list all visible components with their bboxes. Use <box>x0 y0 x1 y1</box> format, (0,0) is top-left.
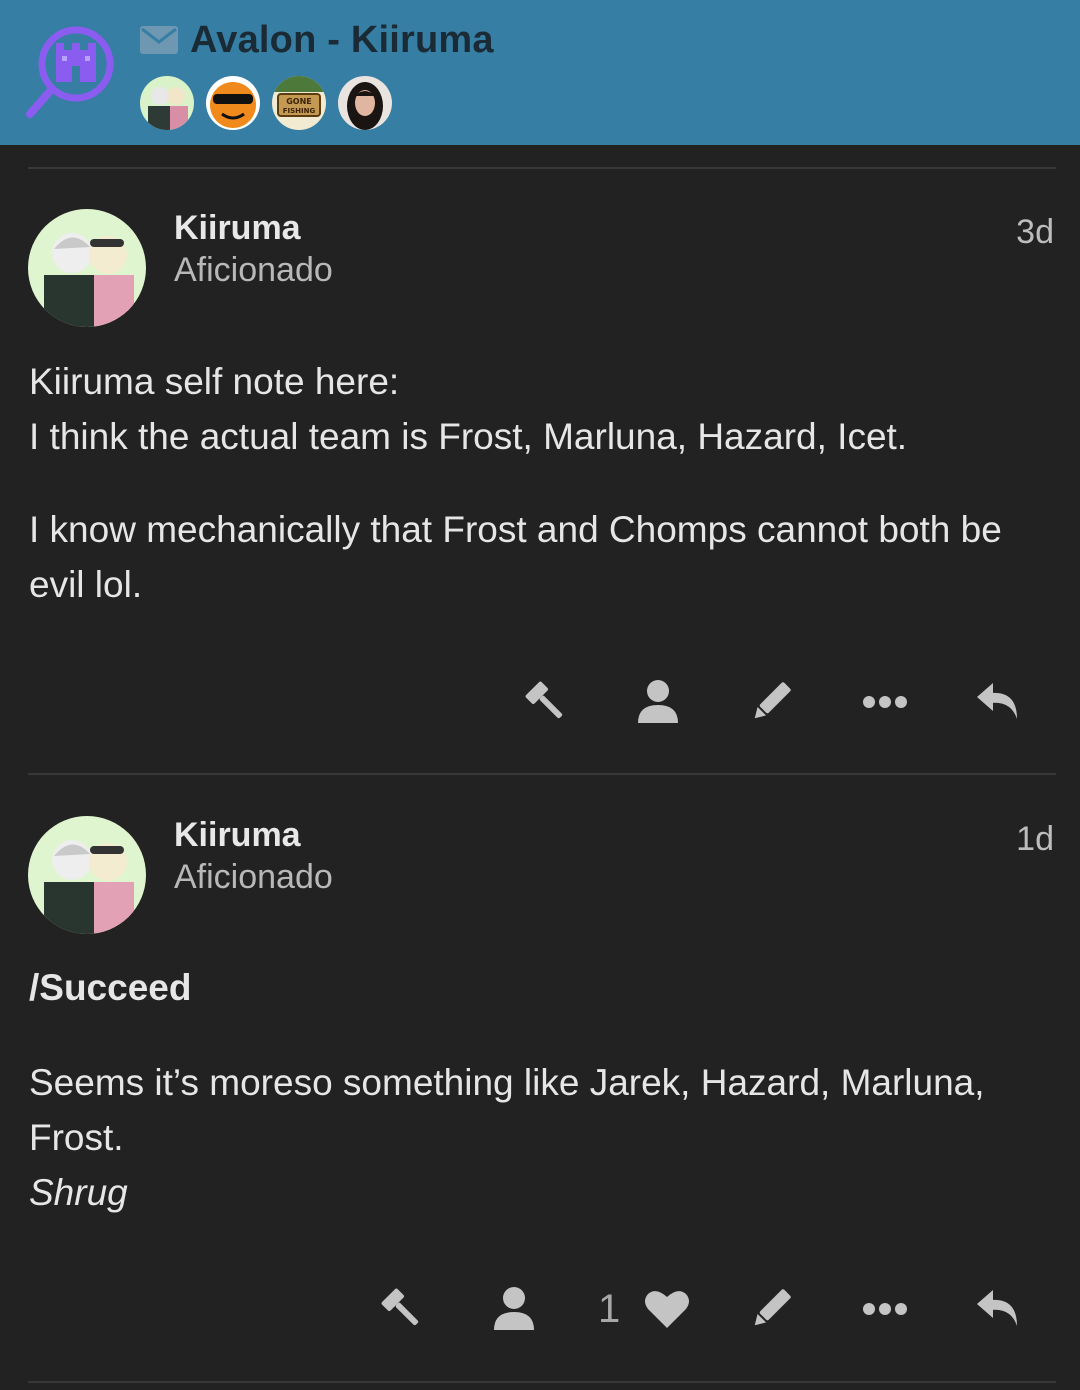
envelope-icon <box>140 26 178 54</box>
post-age[interactable]: 3d <box>1016 213 1054 252</box>
title-row: Avalon - Kiiruma <box>140 18 494 62</box>
post-divider <box>28 773 1056 775</box>
edit-icon[interactable] <box>741 672 801 732</box>
more-icon[interactable] <box>855 672 915 732</box>
avatar[interactable] <box>28 816 146 934</box>
woman-portrait-avatar[interactable] <box>338 76 392 130</box>
topic-title[interactable]: Avalon - Kiiruma <box>190 19 494 62</box>
user-icon[interactable] <box>484 1279 544 1339</box>
post-text-line: Seems it’s moreso something like Jarek, … <box>29 1062 985 1158</box>
svg-text:GONE: GONE <box>286 97 312 106</box>
avatar[interactable] <box>28 209 146 327</box>
post-text-line: Shrug <box>29 1172 128 1213</box>
more-icon[interactable] <box>855 1279 915 1339</box>
post-text-line: I think the actual team is Frost, Marlun… <box>29 416 908 457</box>
like-count[interactable]: 1 <box>598 1287 620 1332</box>
heart-icon[interactable] <box>637 1279 697 1339</box>
reply-icon[interactable] <box>968 672 1028 732</box>
post-text-line: Kiiruma self note here: <box>29 361 400 402</box>
reply-icon[interactable] <box>968 1279 1028 1339</box>
post-heading: /Succeed <box>29 967 192 1008</box>
post-divider <box>28 1381 1056 1383</box>
sunglasses-orange-avatar[interactable] <box>206 76 260 130</box>
gavel-icon[interactable] <box>372 1279 432 1339</box>
participant-list: GONE FISHING <box>140 76 392 130</box>
post-age[interactable]: 1d <box>1016 820 1054 859</box>
post-text-line: I know mechanically that Frost and Chomp… <box>29 509 1002 605</box>
username[interactable]: Kiiruma <box>174 209 301 248</box>
kiiruma-avatar[interactable] <box>140 76 194 130</box>
post-body: /Succeed Seems it’s moreso something lik… <box>29 960 1054 1220</box>
user-title: Aficionado <box>174 251 333 289</box>
username[interactable]: Kiiruma <box>174 816 301 855</box>
post-body: Kiiruma self note here: I think the actu… <box>29 354 1054 612</box>
topic-header: Avalon - Kiiruma GONE FISHING <box>0 0 1080 145</box>
post-divider <box>28 167 1056 169</box>
site-logo-icon[interactable] <box>24 24 124 120</box>
user-icon[interactable] <box>628 672 688 732</box>
svg-text:FISHING: FISHING <box>283 107 316 115</box>
edit-icon[interactable] <box>741 1279 801 1339</box>
gone-fishing-avatar[interactable]: GONE FISHING <box>272 76 326 130</box>
user-title: Aficionado <box>174 858 333 896</box>
gavel-icon[interactable] <box>516 672 576 732</box>
